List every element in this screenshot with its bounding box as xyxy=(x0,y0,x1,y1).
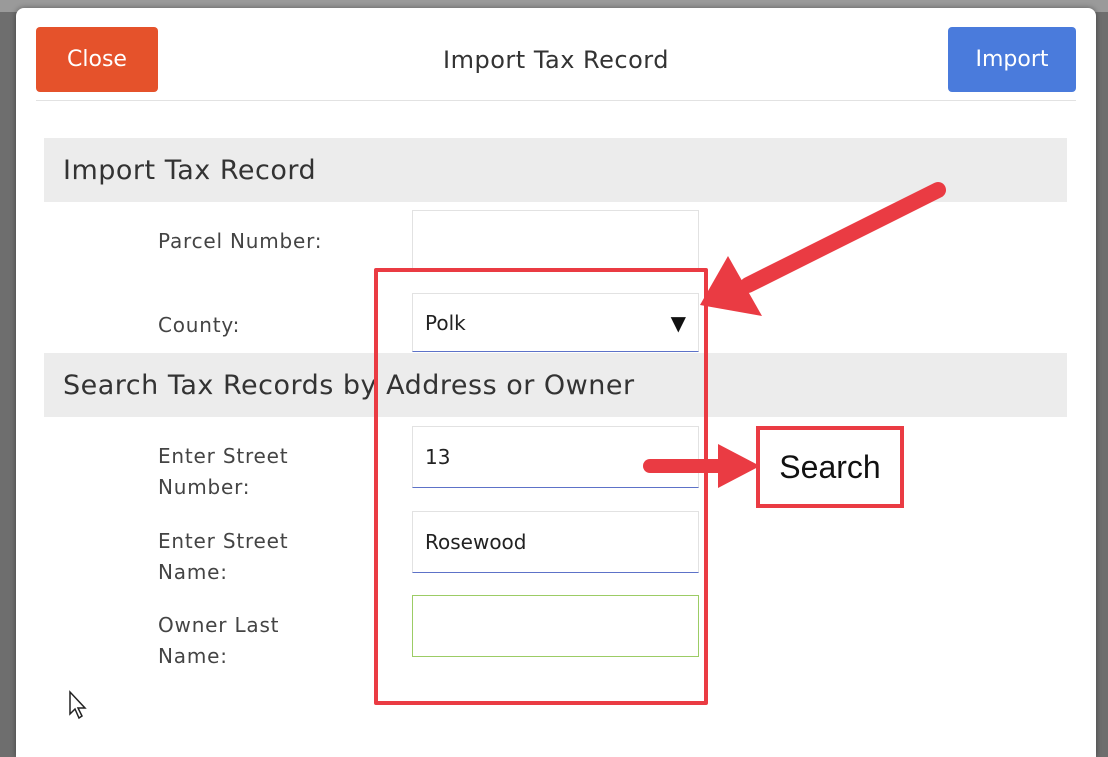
arrow-to-search xyxy=(643,444,760,488)
arrow-to-county xyxy=(700,182,946,316)
mouse-pointer-icon xyxy=(69,690,87,720)
annotation-arrows xyxy=(643,182,946,488)
